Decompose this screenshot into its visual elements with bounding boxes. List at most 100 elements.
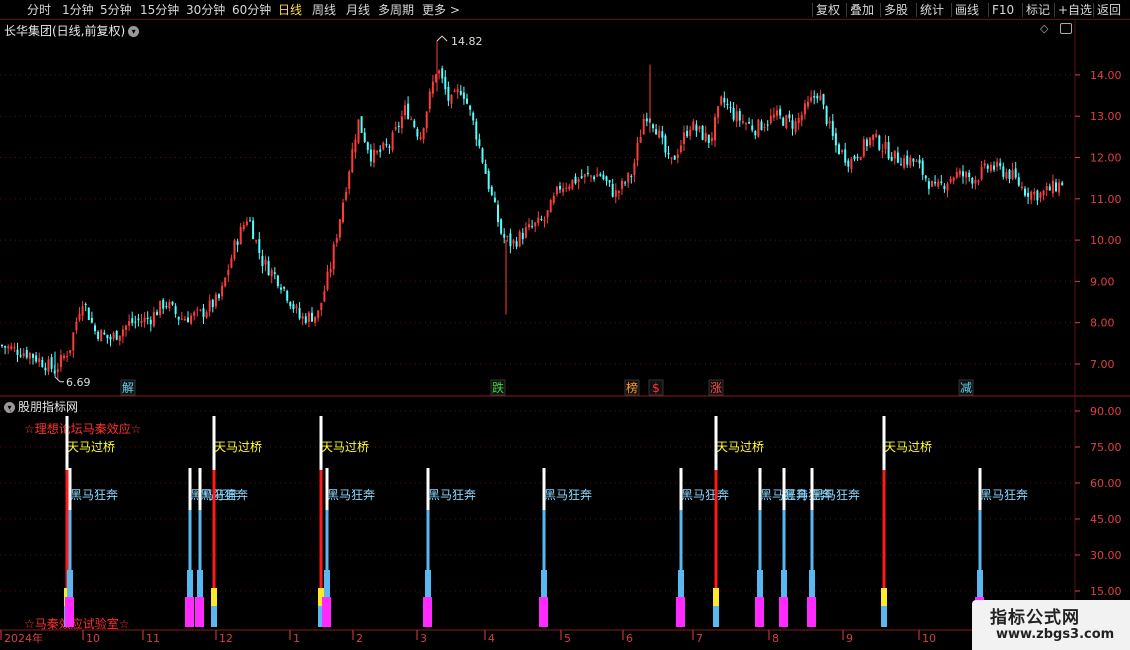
candle-body bbox=[28, 352, 31, 359]
toolbar-tool-6[interactable]: 标记 bbox=[1026, 2, 1050, 18]
candle-body bbox=[757, 119, 760, 137]
candle-body bbox=[968, 172, 971, 178]
candle-body bbox=[983, 163, 986, 166]
toolbar-period-5[interactable]: 60分钟 bbox=[232, 2, 271, 18]
candle-body bbox=[128, 321, 131, 326]
toolbar-period-6[interactable]: 日线 bbox=[278, 2, 302, 18]
candle-body bbox=[385, 144, 388, 146]
candle-body bbox=[472, 112, 475, 121]
toolbar-period-1[interactable]: 1分钟 bbox=[62, 2, 94, 18]
candle-body bbox=[211, 299, 214, 308]
candle-body bbox=[701, 125, 704, 140]
candle-body bbox=[450, 94, 453, 104]
candle-body bbox=[652, 124, 654, 129]
candle-body bbox=[955, 172, 958, 178]
candle-body bbox=[363, 132, 366, 143]
candle-body bbox=[431, 81, 434, 94]
candle-body bbox=[404, 105, 406, 116]
toolbar-tool-0[interactable]: 复权 bbox=[816, 2, 840, 18]
event-marker-2: 榜 bbox=[626, 380, 638, 395]
candle-body bbox=[822, 94, 825, 105]
candle-body bbox=[559, 185, 561, 190]
candle-body bbox=[528, 224, 530, 228]
candle-body bbox=[255, 240, 258, 242]
candle-body bbox=[59, 355, 62, 368]
candle-body bbox=[500, 219, 503, 234]
toolbar-period-10[interactable]: 更多 > bbox=[422, 2, 460, 18]
candle-body bbox=[695, 124, 698, 131]
candle-body bbox=[704, 132, 707, 142]
candle-body bbox=[444, 76, 447, 90]
candle-body bbox=[540, 218, 543, 220]
candle-body bbox=[673, 155, 676, 160]
signal-label-tianma: 天马过桥 bbox=[214, 440, 262, 454]
toolbar-period-8[interactable]: 月线 bbox=[346, 2, 370, 18]
toolbar-separator bbox=[916, 3, 917, 17]
signal-label-tianma: 天马过桥 bbox=[67, 440, 115, 454]
toolbar-tool-4[interactable]: 画线 bbox=[955, 2, 979, 18]
candle-body bbox=[459, 90, 462, 95]
candle-body bbox=[233, 240, 236, 259]
signal-bar-yellow bbox=[211, 588, 217, 606]
candle-body bbox=[1051, 180, 1054, 194]
candle-body bbox=[283, 286, 286, 289]
toolbar-separator bbox=[812, 3, 813, 17]
signal-label-heima: 黑马狂奔 bbox=[327, 488, 375, 502]
candle-body bbox=[658, 130, 661, 138]
candle-body bbox=[388, 146, 391, 148]
candle-body bbox=[218, 294, 220, 298]
toolbar-tool-1[interactable]: 叠加 bbox=[850, 2, 874, 18]
signal-bar-blue bbox=[809, 570, 815, 598]
toolbar-period-3[interactable]: 15分钟 bbox=[140, 2, 179, 18]
signal-label-heima: 黑马狂奔 bbox=[544, 488, 592, 502]
candle-body bbox=[410, 119, 413, 121]
toolbar-period-9[interactable]: 多周期 bbox=[378, 2, 414, 18]
candle-body bbox=[549, 200, 552, 213]
candle-body bbox=[521, 232, 524, 240]
candle-body bbox=[267, 260, 270, 276]
logo-url: www.zbgs3.com bbox=[996, 627, 1115, 642]
candle-body bbox=[360, 116, 363, 133]
candle-body bbox=[838, 144, 840, 155]
signal-label-heima: 黑马狂奔 bbox=[681, 488, 729, 502]
candle-body bbox=[748, 121, 751, 124]
watermark-logo: 指标公式网 www.zbgs3.com bbox=[972, 600, 1130, 650]
candle-body bbox=[506, 236, 509, 238]
signal-bar-magenta bbox=[65, 597, 74, 627]
candle-body bbox=[853, 156, 856, 160]
candle-body bbox=[199, 309, 202, 311]
signal-label-heima: 黑马狂奔 bbox=[200, 488, 248, 502]
candle-body bbox=[593, 176, 596, 180]
candle-body bbox=[512, 240, 515, 244]
toolbar-period-7[interactable]: 周线 bbox=[312, 2, 336, 18]
toolbar-separator bbox=[880, 3, 881, 17]
candle-body bbox=[1061, 182, 1064, 186]
toolbar-tool-3[interactable]: 统计 bbox=[920, 2, 944, 18]
candle-body bbox=[134, 321, 137, 323]
candle-body bbox=[751, 125, 754, 131]
candle-body bbox=[276, 275, 279, 287]
candle-body bbox=[605, 176, 608, 181]
candle-body bbox=[301, 316, 304, 319]
toolbar-period-0[interactable]: 分时 bbox=[27, 2, 51, 18]
signal-bar-magenta bbox=[539, 597, 548, 627]
low-price-label: 6.69 bbox=[66, 376, 91, 389]
toolbar-tool-8[interactable]: 返回 bbox=[1097, 2, 1121, 18]
candle-body bbox=[357, 119, 360, 143]
toolbar-period-2[interactable]: 5分钟 bbox=[100, 2, 132, 18]
toolbar-tool-2[interactable]: 多股 bbox=[884, 2, 908, 18]
toolbar-tool-7[interactable]: +自选 bbox=[1058, 2, 1092, 18]
chart-canvas[interactable]: 14.00 13.00 12.00 11.00 10.00 9.00 8.00 7.00 90.… bbox=[0, 20, 1130, 650]
signal-bar-magenta bbox=[676, 597, 685, 627]
toolbar-tool-5[interactable]: F10 bbox=[992, 2, 1014, 18]
candle-body bbox=[794, 121, 797, 132]
candle-body bbox=[642, 118, 645, 135]
toolbar-period-4[interactable]: 30分钟 bbox=[186, 2, 225, 18]
candle-body bbox=[143, 317, 146, 322]
candle-body bbox=[946, 183, 949, 191]
date-label: 11 bbox=[146, 632, 160, 645]
candle-body bbox=[317, 310, 320, 318]
candle-body bbox=[847, 160, 850, 167]
candle-body bbox=[47, 359, 50, 372]
indicator-tick-label: 45.00 bbox=[1090, 513, 1122, 526]
